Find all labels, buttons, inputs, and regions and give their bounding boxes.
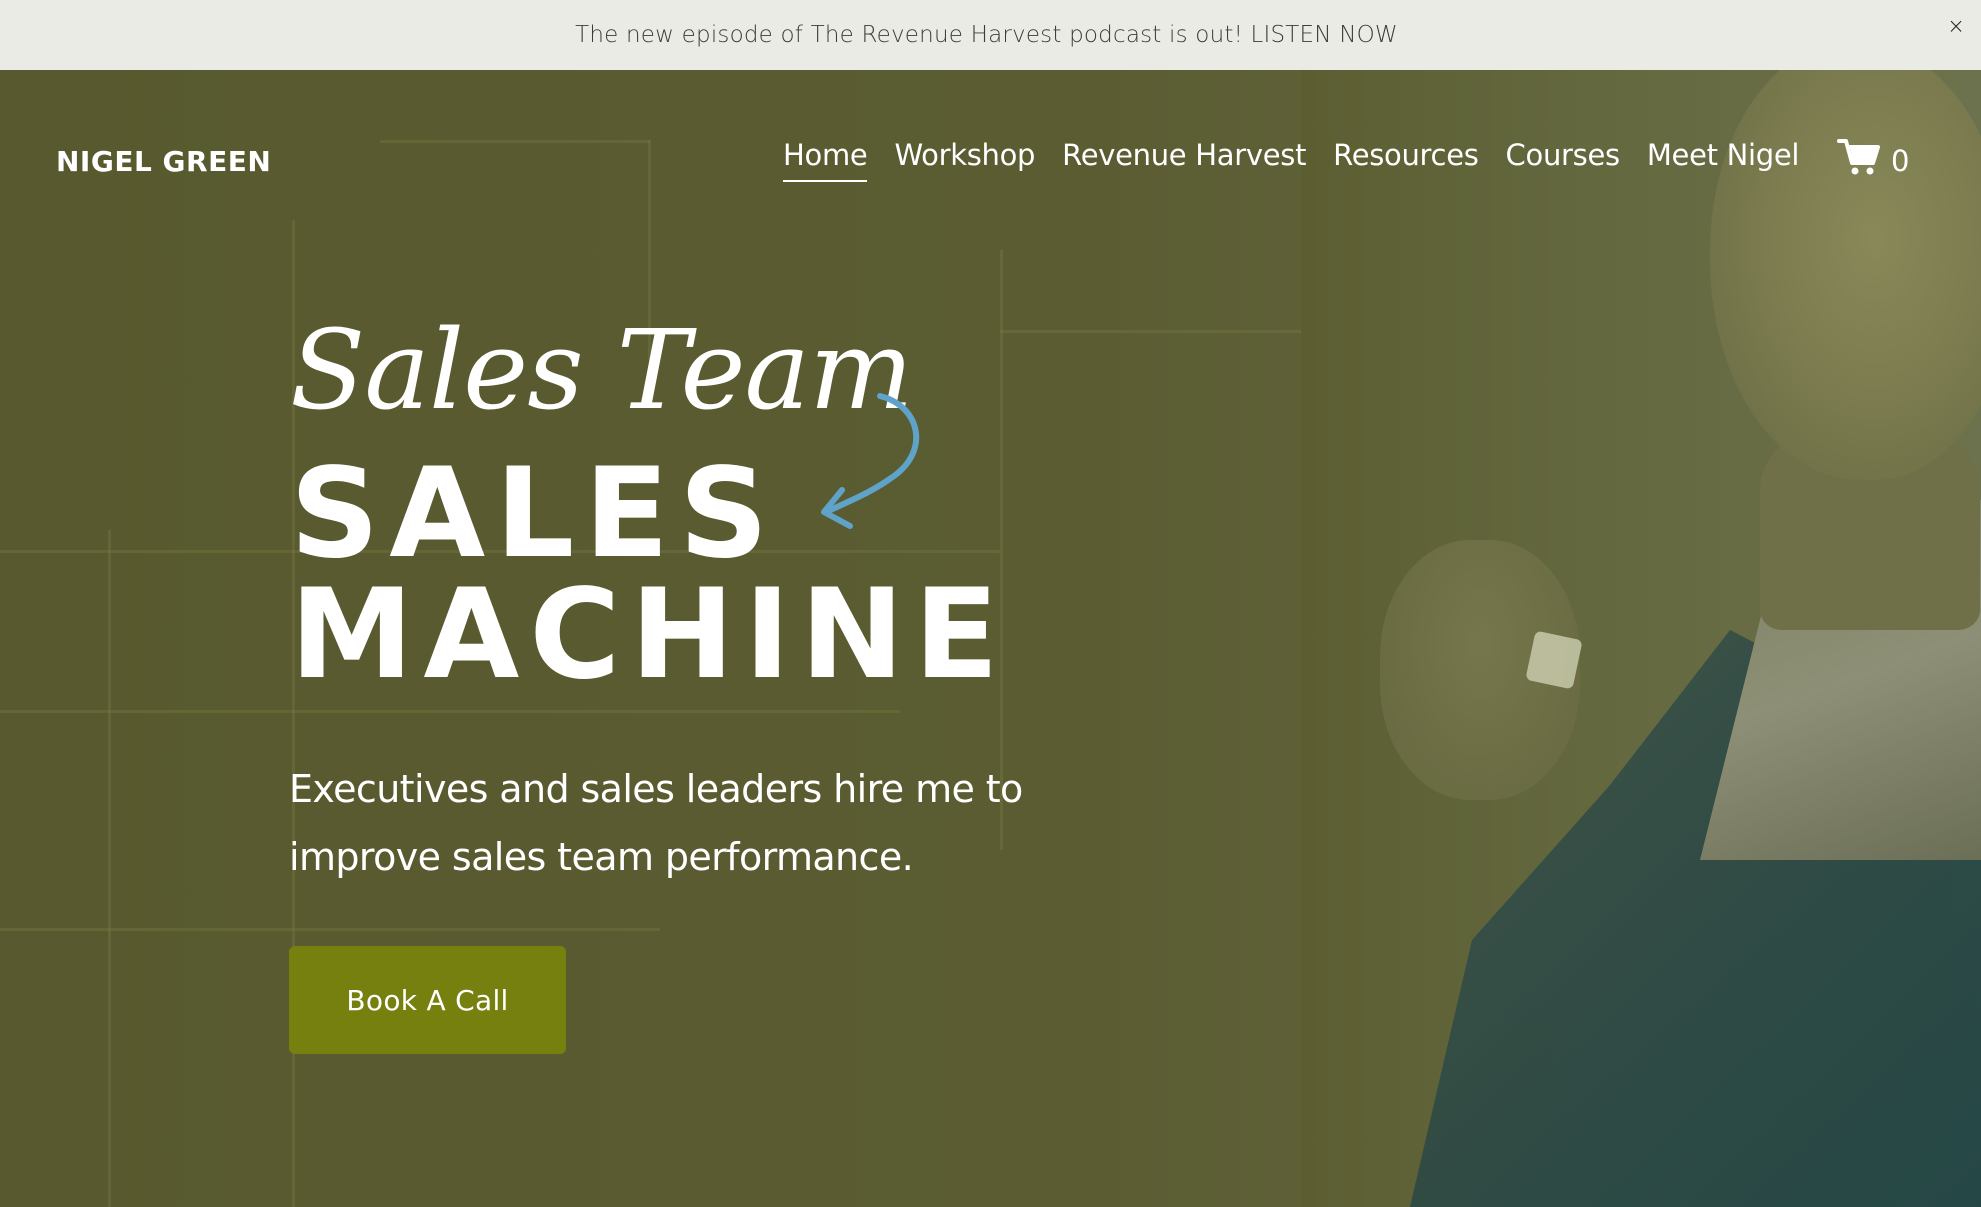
cart-button[interactable]: 0 [1837,138,1909,183]
site-logo[interactable]: NIGEL GREEN [56,145,271,178]
nav-item-revenue-harvest[interactable]: Revenue Harvest [1062,138,1306,182]
nav-item-home[interactable]: Home [783,138,868,182]
background-grid-line [108,530,111,1207]
main-nav: Home Workshop Revenue Harvest Resources … [783,138,1799,182]
nav-item-courses[interactable]: Courses [1506,138,1621,182]
nav-item-workshop[interactable]: Workshop [894,138,1035,182]
background-grid-line [380,140,650,143]
hero-title-line-1: SALES [290,442,779,586]
cart-count: 0 [1891,143,1910,178]
background-grid-line [1000,330,1330,333]
background-grid-line [0,928,660,931]
nav-item-meet-nigel[interactable]: Meet Nigel [1647,138,1800,182]
background-grid-line [0,710,900,713]
nav-item-resources[interactable]: Resources [1333,138,1479,182]
curved-arrow-icon [821,393,920,529]
book-a-call-button[interactable]: Book A Call [289,946,566,1054]
cart-icon [1837,138,1881,183]
announcement-text[interactable]: The new episode of The Revenue Harvest p… [575,22,1398,48]
hero-title-line-2: MACHINE [290,563,1009,707]
announcement-bar: The new episode of The Revenue Harvest p… [0,0,1981,70]
close-icon[interactable]: × [1947,14,1965,38]
hero-subtitle: Executives and sales leaders hire me to … [289,767,1023,879]
hero-photo-marker [1525,630,1583,690]
